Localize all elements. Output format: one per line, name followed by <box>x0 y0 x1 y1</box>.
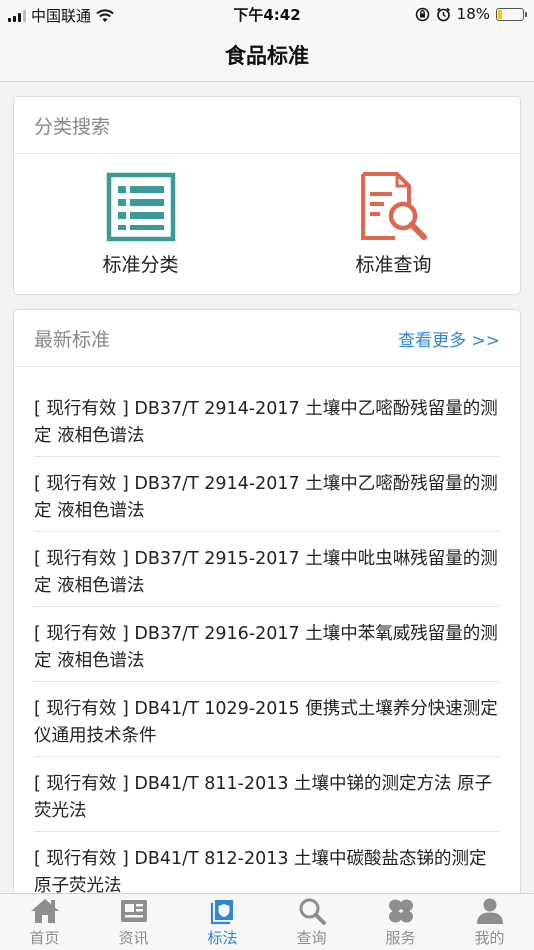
tab-standard[interactable]: 标法 <box>178 894 267 950</box>
rotation-lock-icon <box>415 7 429 21</box>
status-bar: 中国联通 下午4:42 18% <box>0 0 534 28</box>
search-icon <box>299 898 326 925</box>
battery-level <box>498 9 503 19</box>
standard-icon <box>210 900 233 925</box>
standard-category-label: 标准分类 <box>102 254 179 276</box>
list-item[interactable]: [ 现行有效 ] DB41/T 1029-2015 便携式土壤养分快速测定仪通用… <box>34 682 500 757</box>
tab-search[interactable]: 查询 <box>267 894 356 950</box>
tab-news[interactable]: 资讯 <box>89 894 178 950</box>
status-right: 18% <box>415 5 527 23</box>
home-icon <box>30 899 59 923</box>
standard-category-button[interactable]: 标准分类 <box>14 154 267 295</box>
user-icon <box>476 898 503 924</box>
list-item[interactable]: [ 现行有效 ] DB37/T 2916-2017 土壤中苯氧威残留量的测定 液… <box>34 607 500 682</box>
category-search-title: 分类搜索 <box>34 115 111 138</box>
category-options: 标准分类 标准查询 <box>14 154 520 295</box>
tab-news-label: 资讯 <box>118 929 149 947</box>
page-title: 食品标准 <box>225 43 309 68</box>
battery-icon <box>496 7 527 21</box>
tab-bar: 首页 资讯 标法 查询 服务 我的 <box>0 893 534 950</box>
battery-percent: 18% <box>456 5 490 23</box>
tab-home[interactable]: 首页 <box>0 894 89 950</box>
tab-search-label: 查询 <box>296 929 327 947</box>
tab-standard-label: 标法 <box>207 929 238 947</box>
alarm-icon <box>436 7 450 21</box>
service-icon <box>388 899 413 923</box>
latest-standards-title: 最新标准 <box>34 328 111 351</box>
view-more-link[interactable]: 查看更多 >> <box>398 326 500 351</box>
news-icon <box>120 900 147 922</box>
latest-standards-header: 最新标准 查看更多 >> <box>14 310 520 367</box>
standard-query-button[interactable]: 标准查询 <box>267 154 520 295</box>
list-item[interactable]: [ 现行有效 ] DB37/T 2914-2017 土壤中乙嘧酚残留量的测定 液… <box>34 457 500 532</box>
latest-standards-card: 最新标准 查看更多 >> [ 现行有效 ] DB37/T 2914-2017 土… <box>13 309 521 949</box>
tab-profile[interactable]: 我的 <box>445 894 534 950</box>
list-item[interactable]: [ 现行有效 ] DB41/T 811-2013 土壤中锑的测定方法 原子荧光法 <box>34 757 500 832</box>
tab-service[interactable]: 服务 <box>356 894 445 950</box>
list-item[interactable]: [ 现行有效 ] DB37/T 2915-2017 土壤中吡虫啉残留量的测定 液… <box>34 532 500 607</box>
document-search-icon <box>360 172 427 240</box>
standard-query-label: 标准查询 <box>355 254 432 276</box>
tab-service-label: 服务 <box>385 929 416 947</box>
tab-profile-label: 我的 <box>474 929 505 947</box>
list-item[interactable]: [ 现行有效 ] DB37/T 2914-2017 土壤中乙嘧酚残留量的测定 液… <box>34 382 500 457</box>
standards-list: [ 现行有效 ] DB37/T 2914-2017 土壤中乙嘧酚残留量的测定 液… <box>14 382 520 907</box>
category-search-card: 分类搜索 标准分类 标准查询 <box>13 96 521 295</box>
tab-home-label: 首页 <box>29 929 60 947</box>
category-search-header: 分类搜索 <box>14 97 520 154</box>
list-icon <box>106 172 175 242</box>
nav-bar: 食品标准 <box>0 28 534 82</box>
